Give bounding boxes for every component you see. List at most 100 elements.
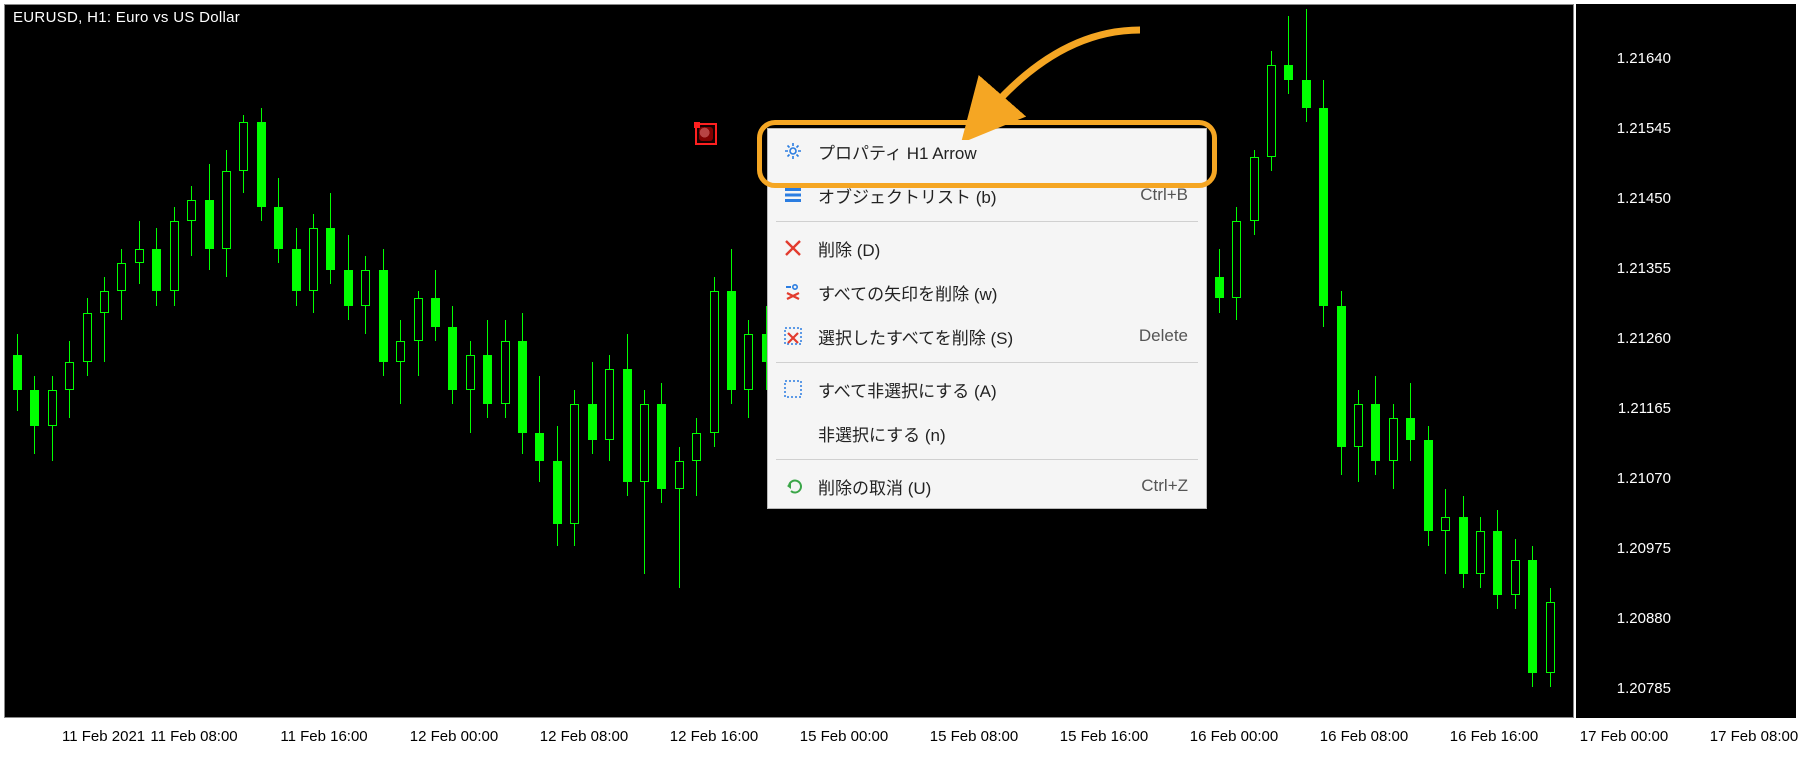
candle: [518, 5, 527, 719]
y-axis-tick: 1.21545: [1576, 120, 1671, 137]
context-menu-label: 削除の取消 (U): [818, 474, 1087, 499]
candle: [588, 5, 597, 719]
y-axis-tick: 1.20785: [1576, 680, 1671, 697]
context-menu: プロパティ H1 Arrow オブジェクトリスト (b) Ctrl+B 削除 (D) す…: [767, 128, 1207, 509]
x-axis: 11 Feb 202111 Feb 08:0011 Feb 16:0012 Fe…: [4, 720, 1796, 756]
context-menu-accelerator: Delete: [1139, 326, 1188, 346]
candle: [675, 5, 684, 719]
candle: [1511, 5, 1520, 719]
candle: [1546, 5, 1555, 719]
candle: [448, 5, 457, 719]
x-axis-tick: 17 Feb 00:00: [1580, 728, 1668, 745]
context-menu-label: 選択したすべてを削除 (S): [818, 324, 1085, 349]
y-axis-tick: 1.21070: [1576, 470, 1671, 487]
candle: [205, 5, 214, 719]
y-axis-tick: 1.20880: [1576, 610, 1671, 627]
context-menu-item[interactable]: オブジェクトリスト (b) Ctrl+B: [768, 173, 1206, 217]
x-axis-tick: 15 Feb 00:00: [800, 728, 888, 745]
y-axis-tick: 1.21355: [1576, 260, 1671, 277]
context-menu-label: すべての矢印を削除 (w): [818, 280, 1188, 305]
list-icon: [782, 184, 804, 206]
candle: [1441, 5, 1450, 719]
context-menu-separator: [776, 362, 1198, 363]
candle: [1459, 5, 1468, 719]
x-axis-tick: 12 Feb 08:00: [540, 728, 628, 745]
x-axis-tick: 11 Feb 16:00: [280, 728, 367, 745]
context-menu-item[interactable]: 削除の取消 (U) Ctrl+Z: [768, 464, 1206, 508]
context-menu-accelerator: Ctrl+Z: [1141, 476, 1188, 496]
candle: [309, 5, 318, 719]
blank-icon: [782, 422, 804, 444]
sel-x-icon: [782, 325, 804, 347]
candle: [257, 5, 266, 719]
candle: [83, 5, 92, 719]
context-menu-label: 削除 (D): [818, 236, 1188, 261]
candle: [1354, 5, 1363, 719]
context-menu-label: プロパティ H1 Arrow: [818, 139, 1188, 164]
context-menu-item[interactable]: プロパティ H1 Arrow: [768, 129, 1206, 173]
candle: [570, 5, 579, 719]
candle: [431, 5, 440, 719]
undo-icon: [782, 475, 804, 497]
sel-icon: [782, 378, 804, 400]
candle: [710, 5, 719, 719]
candle: [170, 5, 179, 719]
x-axis-tick: 16 Feb 00:00: [1190, 728, 1278, 745]
y-axis: 1.216401.215451.214501.213551.212601.211…: [1576, 4, 1796, 718]
context-menu-item[interactable]: 削除 (D): [768, 226, 1206, 270]
candle: [727, 5, 736, 719]
candle: [1389, 5, 1398, 719]
candle: [535, 5, 544, 719]
candle: [501, 5, 510, 719]
candle: [1424, 5, 1433, 719]
candle: [1371, 5, 1380, 719]
x-icon: [782, 237, 804, 259]
candle: [1284, 5, 1293, 719]
context-menu-label: すべて非選択にする (A): [818, 377, 1188, 402]
candle: [553, 5, 562, 719]
y-axis-tick: 1.21165: [1576, 400, 1671, 417]
context-menu-item[interactable]: 選択したすべてを削除 (S) Delete: [768, 314, 1206, 358]
candle: [239, 5, 248, 719]
context-menu-item[interactable]: 非選択にする (n): [768, 411, 1206, 455]
context-menu-item[interactable]: すべての矢印を削除 (w): [768, 270, 1206, 314]
candle: [483, 5, 492, 719]
context-menu-accelerator: Ctrl+B: [1140, 185, 1188, 205]
candle: [274, 5, 283, 719]
context-menu-label: オブジェクトリスト (b): [818, 183, 1086, 208]
candle: [48, 5, 57, 719]
candle: [1215, 5, 1224, 719]
y-axis-tick: 1.21450: [1576, 190, 1671, 207]
candle: [292, 5, 301, 719]
candle: [414, 5, 423, 719]
app-frame: EURUSD, H1: Euro vs US Dollar 1.216401.2…: [0, 0, 1800, 760]
candle: [361, 5, 370, 719]
y-axis-tick: 1.20975: [1576, 540, 1671, 557]
x-axis-tick: 16 Feb 16:00: [1450, 728, 1538, 745]
candle: [117, 5, 126, 719]
candle: [135, 5, 144, 719]
candle: [1250, 5, 1259, 719]
candle: [344, 5, 353, 719]
x-axis-tick: 15 Feb 08:00: [930, 728, 1018, 745]
candle: [326, 5, 335, 719]
candle: [396, 5, 405, 719]
candle: [187, 5, 196, 719]
context-menu-item[interactable]: すべて非選択にする (A): [768, 367, 1206, 411]
x-axis-tick: 12 Feb 16:00: [670, 728, 758, 745]
candle: [1337, 5, 1346, 719]
x-axis-tick: 15 Feb 16:00: [1060, 728, 1148, 745]
x-axis-tick: 11 Feb 08:00: [150, 728, 237, 745]
gear-icon: [782, 140, 804, 162]
candle: [692, 5, 701, 719]
candle: [657, 5, 666, 719]
candle: [1528, 5, 1537, 719]
candle: [30, 5, 39, 719]
candle: [623, 5, 632, 719]
candle: [65, 5, 74, 719]
candle: [1493, 5, 1502, 719]
ax-icon: [782, 281, 804, 303]
context-menu-separator: [776, 221, 1198, 222]
candle: [1232, 5, 1241, 719]
context-menu-label: 非選択にする (n): [818, 421, 1188, 446]
